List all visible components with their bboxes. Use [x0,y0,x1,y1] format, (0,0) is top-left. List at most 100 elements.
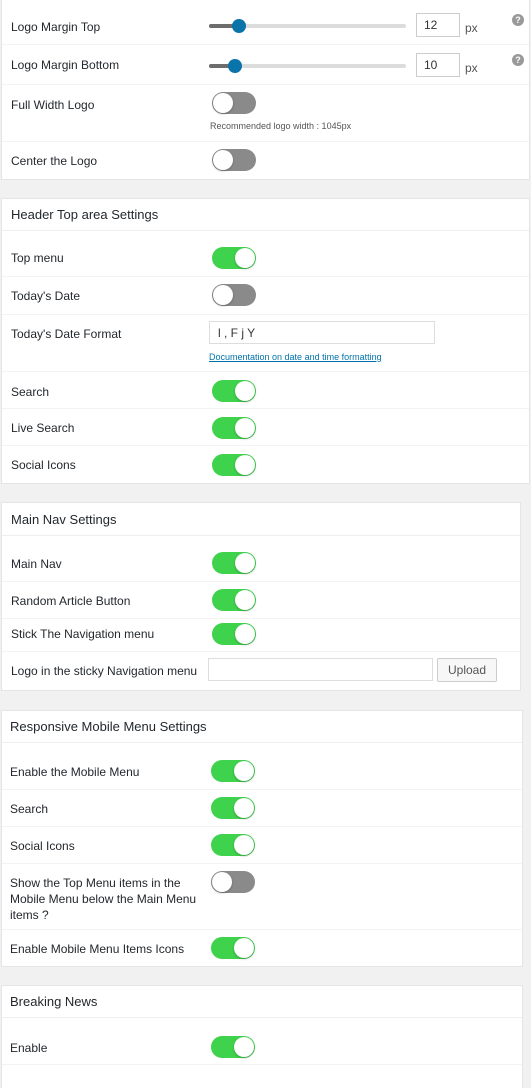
toggle-knob [234,835,254,855]
center-logo-row: Center the Logo [2,141,529,180]
random-article-label: Random Article Button [11,594,131,608]
help-icon[interactable]: ? [512,54,524,66]
enable-mobile-menu-row: Enable the Mobile Menu [2,752,522,790]
toggle-knob [234,1037,254,1057]
social-icons-toggle[interactable] [212,454,256,476]
top-menu-items-label: Show the Top Menu items in the Mobile Me… [10,876,197,922]
sticky-logo-url-input[interactable] [208,658,433,681]
mobile-menu-title: Responsive Mobile Menu Settings [10,719,207,734]
mobile-search-toggle[interactable] [211,797,255,819]
mobile-search-label: Search [10,802,49,816]
live-search-row: Live Search [2,408,529,446]
mobile-social-icons-toggle[interactable] [211,834,255,856]
center-logo-label: Center the Logo [11,154,98,168]
date-format-label: Today's Date Format [11,327,122,341]
toggle-knob [213,150,233,170]
breaking-news-enable-toggle[interactable] [211,1036,255,1058]
logo-margin-bottom-input[interactable] [416,53,460,77]
date-format-row: Today's Date Format Documentation on dat… [2,314,529,372]
social-icons-label: Social Icons [11,458,76,472]
main-nav-toggle[interactable] [212,552,256,574]
logo-margin-bottom-slider[interactable] [209,59,406,73]
menu-item-icons-toggle[interactable] [211,937,255,959]
random-article-toggle[interactable] [212,589,256,611]
top-menu-toggle[interactable] [212,247,256,269]
todays-date-label: Today's Date [11,289,80,303]
toggle-knob [235,590,255,610]
live-search-label: Live Search [11,421,75,435]
random-article-row: Random Article Button [2,581,520,619]
toggle-knob [235,418,255,438]
top-menu-items-row: Show the Top Menu items in the Mobile Me… [2,863,522,930]
divider [2,230,529,231]
toggle-knob [235,624,255,644]
toggle-knob [212,872,232,892]
toggle-knob [235,455,255,475]
slider-thumb[interactable] [227,59,242,73]
main-nav-panel: Main Nav Settings Main Nav Random Articl… [1,502,521,691]
center-logo-toggle[interactable] [212,149,256,171]
enable-mobile-menu-toggle[interactable] [211,760,255,782]
date-format-input[interactable] [209,321,435,344]
toggle-knob [234,798,254,818]
social-icons-row: Social Icons [2,445,529,483]
main-nav-title: Main Nav Settings [11,512,117,527]
divider [2,742,522,743]
header-top-panel: Header Top area Settings Top menu Today'… [1,198,530,484]
upload-button[interactable]: Upload [437,658,498,682]
todays-date-toggle[interactable] [212,284,256,306]
date-format-docs-link[interactable]: Documentation on date and time formattin… [209,352,382,362]
toggle-knob [234,761,254,781]
breaking-news-enable-label: Enable [10,1041,48,1055]
logo-margin-top-input[interactable] [416,13,460,37]
mobile-menu-panel: Responsive Mobile Menu Settings Enable t… [1,710,523,967]
stick-nav-row: Stick The Navigation menu [2,618,520,652]
mobile-social-icons-row: Social Icons [2,826,522,864]
top-menu-label: Top menu [11,251,64,265]
header-top-title: Header Top area Settings [11,207,159,222]
toggle-knob [213,285,233,305]
toggle-knob [235,381,255,401]
divider [2,1017,522,1018]
logo-margin-bottom-label: Logo Margin Bottom [11,58,120,72]
full-width-logo-toggle[interactable] [212,92,256,114]
logo-margin-bottom-row: Logo Margin Bottom px ? [2,44,529,85]
main-nav-label: Main Nav [11,557,62,571]
top-menu-row: Top menu [2,238,529,277]
search-toggle[interactable] [212,380,256,402]
help-icon[interactable]: ? [512,14,524,26]
live-search-toggle[interactable] [212,417,256,439]
todays-date-row: Today's Date [2,276,529,315]
slider-thumb[interactable] [231,19,246,33]
stick-nav-label: Stick The Navigation menu [11,627,155,641]
breaking-news-title: Breaking News [10,994,98,1009]
search-label: Search [11,385,50,399]
logo-margin-top-label: Logo Margin Top [11,20,101,34]
breaking-news-enable-row: Enable [2,1027,522,1065]
logo-width-note: Recommended logo width : 1045px [210,121,352,131]
search-row: Search [2,371,529,409]
toggle-knob [234,938,254,958]
logo-margin-top-unit: px [465,21,478,35]
divider [2,535,520,536]
logo-settings-panel: Logo Margin Top px ? Logo Margin Bottom … [1,0,530,180]
main-nav-row: Main Nav [2,544,520,582]
mobile-search-row: Search [2,789,522,827]
toggle-knob [235,553,255,573]
full-width-logo-row: Full Width Logo Recommended logo width :… [2,84,529,142]
menu-item-icons-row: Enable Mobile Menu Items Icons [2,929,522,967]
toggle-knob [235,248,255,268]
top-menu-items-toggle[interactable] [211,871,255,893]
toggle-knob [213,93,233,113]
sticky-logo-row: Logo in the sticky Navigation menu Uploa… [2,651,520,691]
menu-item-icons-label: Enable Mobile Menu Items Icons [10,942,185,956]
logo-margin-top-row: Logo Margin Top px ? [2,0,529,45]
breaking-news-panel: Breaking News Enable [1,985,523,1088]
full-width-logo-label: Full Width Logo [11,98,95,112]
logo-margin-bottom-unit: px [465,61,478,75]
mobile-social-icons-label: Social Icons [10,839,75,853]
sticky-logo-label: Logo in the sticky Navigation menu [11,664,198,678]
stick-nav-toggle[interactable] [212,623,256,645]
enable-mobile-menu-label: Enable the Mobile Menu [10,765,140,779]
logo-margin-top-slider[interactable] [209,19,406,33]
